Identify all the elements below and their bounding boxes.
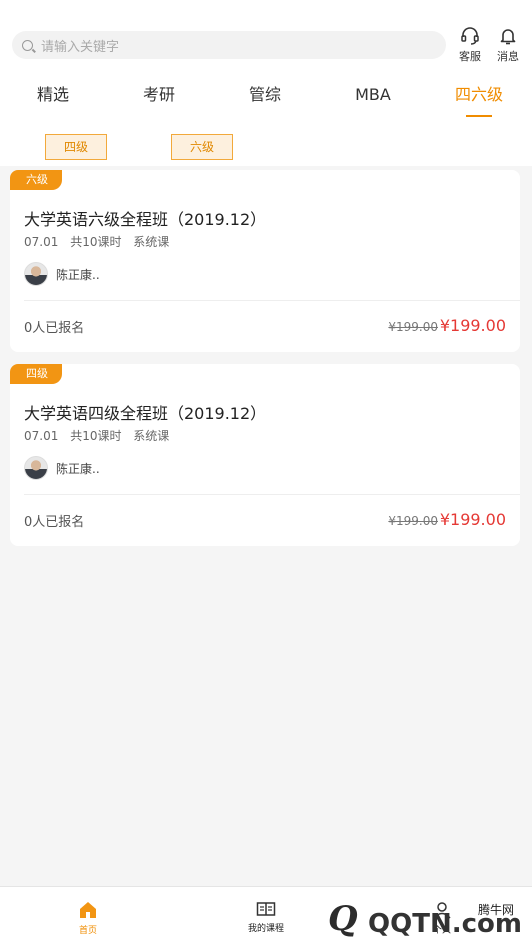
course-level-badge: 四级	[10, 364, 62, 384]
filter-cet6[interactable]: 六级	[171, 134, 233, 160]
course-meta: 07.01 共10课时 系统课	[24, 233, 177, 250]
teacher-avatar	[24, 262, 48, 286]
tab-cet[interactable]: 四六级	[426, 80, 532, 110]
course-date: 07.01	[24, 429, 59, 443]
course-date: 07.01	[24, 235, 59, 249]
bell-icon	[500, 29, 516, 45]
course-type: 系统课	[133, 429, 170, 443]
card-divider	[24, 494, 520, 495]
original-price: ¥199.00	[388, 514, 438, 528]
messages-label: 消息	[497, 50, 519, 63]
course-lessons: 共10课时	[70, 429, 122, 443]
course-level-badge: 六级	[10, 170, 62, 190]
book-icon	[256, 902, 276, 916]
nav-home-label: 首页	[78, 926, 97, 936]
headset-icon	[461, 27, 479, 45]
customer-service-label: 客服	[459, 50, 481, 63]
tab-management[interactable]: 管综	[212, 80, 318, 110]
site-watermark: Q QQTN.com 腾牛网	[320, 893, 532, 946]
search-icon	[22, 39, 33, 51]
watermark-logo: Q	[328, 899, 358, 939]
home-icon	[80, 902, 96, 918]
category-tabs: 精选 考研 管综 MBA 四六级	[0, 80, 532, 120]
nav-my-courses[interactable]: 我的课程	[216, 901, 316, 934]
search-input[interactable]: 请输入关键字	[12, 31, 446, 59]
course-title: 大学英语六级全程班（2019.12）	[24, 210, 267, 229]
tab-featured[interactable]: 精选	[0, 80, 106, 110]
teacher-name: 陈正康..	[56, 462, 100, 476]
current-price: ¥199.00	[439, 316, 506, 335]
enrolled-count: 0人已报名	[24, 321, 85, 336]
current-price: ¥199.00	[439, 510, 506, 529]
search-placeholder: 请输入关键字	[41, 39, 120, 55]
tab-postgraduate[interactable]: 考研	[106, 80, 212, 110]
teacher-name: 陈正康..	[56, 268, 100, 282]
course-type: 系统课	[133, 235, 170, 249]
course-card[interactable]: 六级 大学英语六级全程班（2019.12） 07.01 共10课时 系统课 陈正…	[10, 170, 520, 352]
card-divider	[24, 300, 520, 301]
active-tab-indicator	[466, 115, 492, 117]
original-price: ¥199.00	[388, 320, 438, 334]
filter-cet4[interactable]: 四级	[45, 134, 107, 160]
course-meta: 07.01 共10课时 系统课	[24, 427, 177, 444]
nav-home[interactable]: 首页	[38, 901, 138, 936]
course-card[interactable]: 四级 大学英语四级全程班（2019.12） 07.01 共10课时 系统课 陈正…	[10, 364, 520, 546]
course-title: 大学英语四级全程班（2019.12）	[24, 404, 267, 423]
tab-mba[interactable]: MBA	[320, 80, 426, 110]
watermark-site-name: 腾牛网	[477, 903, 514, 917]
customer-service-button[interactable]: 客服	[456, 26, 484, 64]
messages-button[interactable]: 消息	[494, 26, 522, 64]
course-lessons: 共10课时	[70, 235, 122, 249]
top-header: 请输入关键字 客服 消息 精选 考研 管综 MBA 四六级 四级 六级	[0, 0, 532, 166]
teacher-avatar	[24, 456, 48, 480]
enrolled-count: 0人已报名	[24, 515, 85, 530]
nav-my-courses-label: 我的课程	[247, 924, 284, 934]
